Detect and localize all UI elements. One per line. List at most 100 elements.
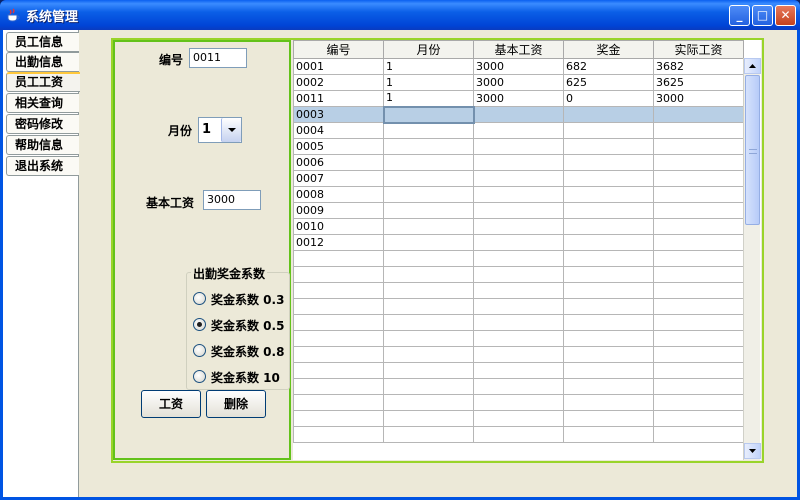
cell-actual-salary[interactable]	[653, 410, 744, 427]
cell-id[interactable]	[293, 282, 384, 299]
cell-id[interactable]: 0006	[293, 154, 384, 171]
cell-month[interactable]	[383, 330, 474, 347]
cell-base-salary[interactable]	[473, 346, 564, 363]
column-header-id[interactable]: 编号	[293, 40, 384, 59]
column-header-base-salary[interactable]: 基本工资	[473, 40, 564, 59]
cell-month[interactable]: 1	[383, 58, 474, 75]
cell-base-salary[interactable]	[473, 170, 564, 187]
cell-bonus[interactable]	[563, 378, 654, 395]
cell-id[interactable]: 0003	[293, 106, 384, 123]
salary-button[interactable]: 工资	[141, 390, 201, 418]
table-row[interactable]	[293, 330, 744, 347]
cell-actual-salary[interactable]	[653, 250, 744, 267]
cell-bonus[interactable]: 682	[563, 58, 654, 75]
cell-month[interactable]: 1	[383, 74, 474, 91]
cell-id[interactable]: 0001	[293, 58, 384, 75]
cell-month[interactable]	[383, 154, 474, 171]
column-header-month[interactable]: 月份	[383, 40, 474, 59]
table-row[interactable]: 0008	[293, 186, 744, 203]
tab-employee-salary[interactable]: 员工工资	[6, 72, 80, 92]
table-row[interactable]	[293, 282, 744, 299]
cell-month[interactable]	[383, 362, 474, 379]
cell-month[interactable]	[383, 138, 474, 155]
cell-base-salary[interactable]	[473, 138, 564, 155]
cell-actual-salary[interactable]	[653, 202, 744, 219]
cell-base-salary[interactable]	[473, 122, 564, 139]
cell-month[interactable]: 1	[383, 90, 474, 107]
cell-id[interactable]: 0002	[293, 74, 384, 91]
tab-attendance-info[interactable]: 出勤信息	[6, 52, 79, 72]
cell-id[interactable]	[293, 426, 384, 443]
table-row[interactable]: 0011 1 3000 0 3000	[293, 90, 744, 107]
cell-id[interactable]: 0008	[293, 186, 384, 203]
cell-bonus[interactable]	[563, 330, 654, 347]
cell-month[interactable]	[383, 122, 474, 139]
cell-actual-salary[interactable]	[653, 154, 744, 171]
cell-actual-salary[interactable]	[653, 362, 744, 379]
cell-actual-salary[interactable]	[653, 186, 744, 203]
table-row[interactable]: 0007	[293, 170, 744, 187]
cell-bonus[interactable]	[563, 186, 654, 203]
cell-base-salary[interactable]	[473, 234, 564, 251]
cell-actual-salary[interactable]	[653, 106, 744, 123]
cell-month[interactable]	[383, 218, 474, 235]
table-row[interactable]: 0009	[293, 202, 744, 219]
cell-actual-salary[interactable]	[653, 394, 744, 411]
table-row[interactable]	[293, 362, 744, 379]
cell-actual-salary[interactable]	[653, 346, 744, 363]
cell-actual-salary[interactable]	[653, 138, 744, 155]
cell-id[interactable]	[293, 266, 384, 283]
cell-base-salary[interactable]	[473, 394, 564, 411]
cell-base-salary[interactable]	[473, 266, 564, 283]
cell-id[interactable]	[293, 378, 384, 395]
cell-month[interactable]	[383, 298, 474, 315]
cell-bonus[interactable]	[563, 410, 654, 427]
scrollbar-thumb[interactable]	[745, 75, 760, 225]
cell-bonus[interactable]	[563, 426, 654, 443]
scroll-down-button[interactable]	[744, 443, 761, 459]
cell-actual-salary[interactable]	[653, 314, 744, 331]
table-row[interactable]: 0002 1 3000 625 3625	[293, 74, 744, 91]
cell-month[interactable]	[383, 346, 474, 363]
delete-button[interactable]: 删除	[206, 390, 266, 418]
cell-id[interactable]: 0012	[293, 234, 384, 251]
table-row[interactable]	[293, 346, 744, 363]
cell-month[interactable]	[383, 394, 474, 411]
cell-bonus[interactable]	[563, 202, 654, 219]
table-row[interactable]: 0010	[293, 218, 744, 235]
cell-bonus[interactable]	[563, 106, 654, 123]
tab-related-query[interactable]: 相关查询	[6, 93, 79, 113]
cell-id[interactable]: 0009	[293, 202, 384, 219]
cell-bonus[interactable]	[563, 282, 654, 299]
cell-bonus[interactable]	[563, 298, 654, 315]
cell-month[interactable]	[383, 234, 474, 251]
cell-id[interactable]: 0005	[293, 138, 384, 155]
cell-base-salary[interactable]	[473, 282, 564, 299]
table-row[interactable]: 0006	[293, 154, 744, 171]
cell-actual-salary[interactable]	[653, 378, 744, 395]
table-row[interactable]	[293, 266, 744, 283]
cell-bonus[interactable]	[563, 266, 654, 283]
cell-bonus[interactable]: 625	[563, 74, 654, 91]
cell-base-salary[interactable]	[473, 330, 564, 347]
table-row[interactable]	[293, 314, 744, 331]
cell-base-salary[interactable]	[473, 250, 564, 267]
cell-month[interactable]	[383, 186, 474, 203]
title-bar[interactable]: 系统管理 _ □ ✕	[0, 0, 800, 30]
cell-base-salary[interactable]	[473, 298, 564, 315]
table-row[interactable]	[293, 378, 744, 395]
table-row[interactable]	[293, 394, 744, 411]
cell-id[interactable]: 0011	[293, 90, 384, 107]
cell-id[interactable]	[293, 330, 384, 347]
table-row[interactable]: 0012	[293, 234, 744, 251]
cell-base-salary[interactable]: 3000	[473, 74, 564, 91]
tab-change-password[interactable]: 密码修改	[6, 114, 79, 134]
cell-month[interactable]	[383, 250, 474, 267]
cell-bonus[interactable]	[563, 218, 654, 235]
cell-actual-salary[interactable]: 3000	[653, 90, 744, 107]
table-row[interactable]	[293, 250, 744, 267]
cell-base-salary[interactable]	[473, 186, 564, 203]
cell-bonus[interactable]	[563, 346, 654, 363]
cell-actual-salary[interactable]: 3625	[653, 74, 744, 91]
cell-bonus[interactable]	[563, 138, 654, 155]
